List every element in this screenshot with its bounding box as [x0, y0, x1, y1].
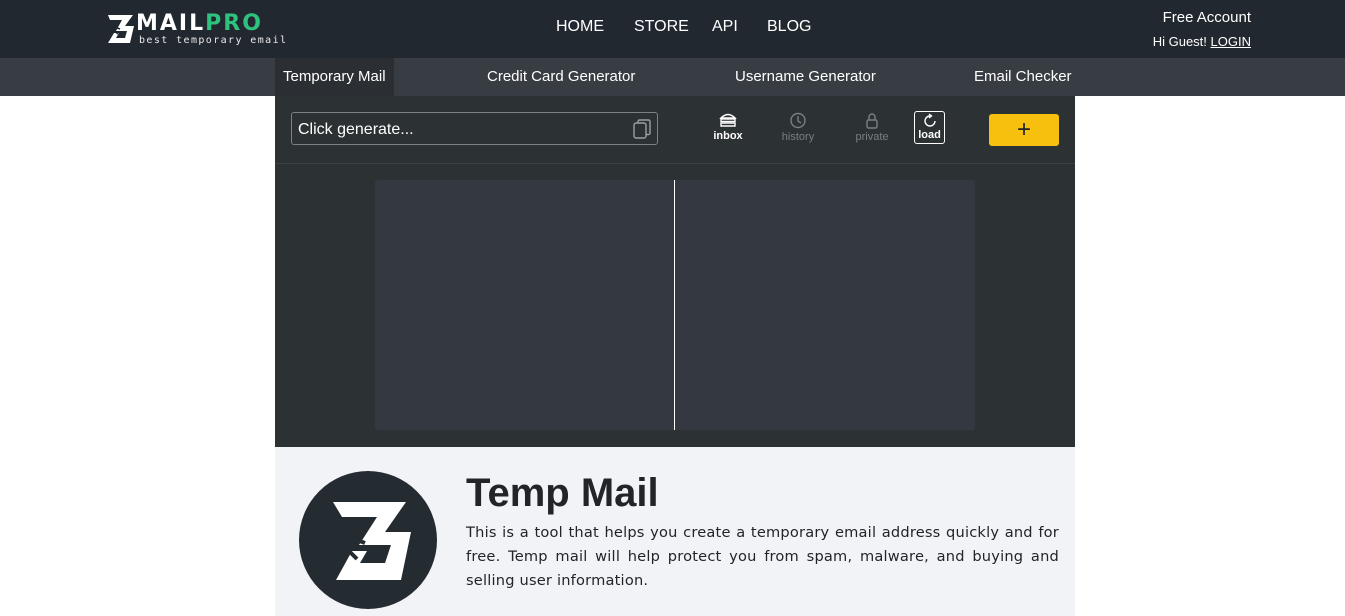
email-address-box — [291, 112, 658, 146]
load-label: load — [918, 129, 941, 141]
private-label: private — [855, 131, 889, 143]
account-area: Free Account Hi Guest! LOGIN — [1153, 9, 1251, 49]
lock-icon — [866, 113, 878, 129]
inbox-button[interactable]: inbox — [707, 112, 749, 148]
history-icon — [790, 112, 806, 129]
tab-email-checker[interactable]: Email Checker — [974, 58, 1072, 96]
tab-username-generator[interactable]: Username Generator — [735, 58, 876, 96]
generate-button[interactable]: + — [989, 114, 1059, 146]
login-link[interactable]: LOGIN — [1211, 34, 1251, 49]
brand-badge — [299, 471, 437, 609]
envelope-logo-icon — [325, 502, 411, 580]
load-button[interactable]: load — [914, 111, 945, 144]
top-header: MAILPRO best temporary email HOME STORE … — [0, 0, 1345, 58]
private-button[interactable]: private — [851, 112, 893, 148]
logo-mark-icon — [108, 15, 134, 43]
email-address-input[interactable] — [296, 113, 630, 146]
nav-home[interactable]: HOME — [556, 18, 604, 36]
greeting-text: Hi Guest! — [1152, 34, 1207, 49]
plus-icon: + — [1016, 116, 1031, 143]
nav-store[interactable]: STORE — [634, 18, 689, 36]
logo-word-mail: MAIL — [136, 11, 206, 36]
logo-word-pro: PRO — [205, 11, 263, 36]
tab-credit-card-generator[interactable]: Credit Card Generator — [487, 58, 635, 96]
logo-tagline: best temporary email — [139, 35, 288, 46]
page-description: This is a tool that helps you create a t… — [466, 524, 1059, 589]
history-button[interactable]: history — [777, 112, 819, 148]
free-account-link[interactable]: Free Account — [1153, 9, 1251, 27]
inbox-icon — [719, 113, 737, 127]
nav-api[interactable]: API — [712, 18, 738, 36]
tool-tabs: Temporary Mail Credit Card Generator Use… — [0, 58, 1345, 96]
nav-blog[interactable]: BLOG — [767, 18, 811, 36]
guest-greeting: Hi Guest! LOGIN — [1153, 34, 1251, 49]
temp-mail-tool: inbox history private load + — [275, 96, 1075, 447]
refresh-icon — [923, 113, 936, 127]
tab-temporary-mail[interactable]: Temporary Mail — [275, 58, 394, 96]
copy-icon[interactable] — [633, 119, 651, 139]
inbox-area — [375, 180, 975, 430]
info-section: Temp Mail This is a tool that helps you … — [275, 447, 1075, 616]
tool-toolbar: inbox history private load + — [275, 96, 1075, 164]
inbox-label: inbox — [713, 130, 743, 142]
site-logo[interactable]: MAILPRO best temporary email — [106, 11, 286, 48]
logo-wordmark: MAILPRO — [136, 11, 263, 37]
inbox-divider — [674, 180, 675, 430]
history-label: history — [781, 131, 815, 143]
page-title: Temp Mail — [466, 471, 659, 515]
